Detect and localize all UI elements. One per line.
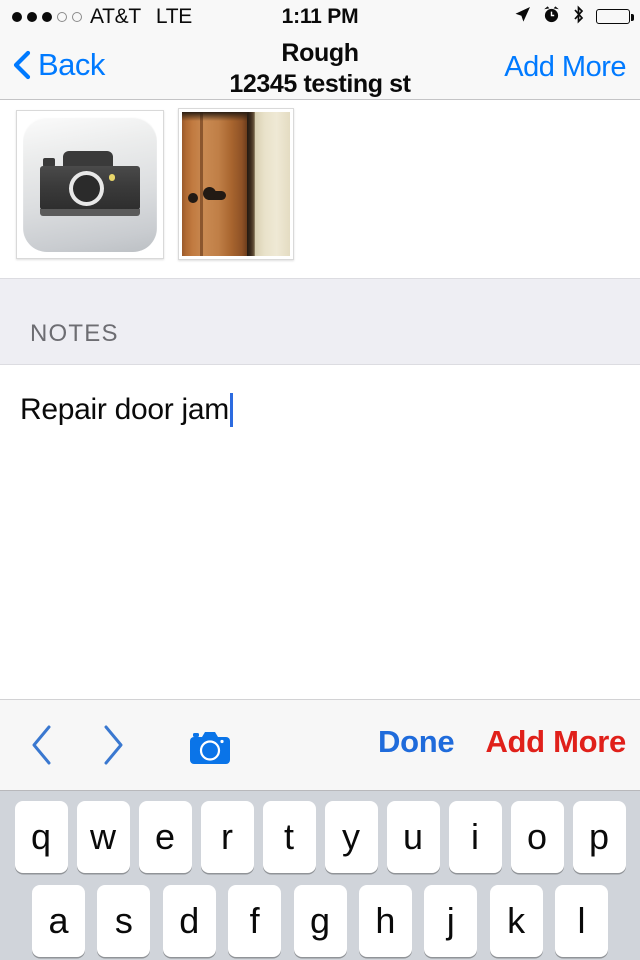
key-p[interactable]: p — [572, 801, 626, 873]
key-r[interactable]: r — [200, 801, 254, 873]
chevron-right-icon — [97, 721, 129, 769]
navigation-bar: Back Rough 12345 testing st Add More — [0, 33, 640, 100]
key-o[interactable]: o — [510, 801, 564, 873]
onscreen-keyboard: q w e r t y u i o p a s d f g h j k l — [0, 791, 640, 960]
door-photo-thumbnail[interactable] — [178, 108, 294, 260]
alarm-clock-icon — [542, 5, 561, 29]
door-photo-image — [182, 112, 290, 256]
keyboard-row-2: a s d f g h j k l — [0, 885, 640, 957]
text-cursor — [229, 393, 233, 427]
attachment-thumbnails — [0, 100, 640, 278]
page-title: Rough — [281, 39, 359, 67]
app-screen: AT&T LTE 1:11 PM Back Rough 12345 testin… — [0, 0, 640, 960]
key-q[interactable]: q — [14, 801, 68, 873]
key-l[interactable]: l — [555, 885, 608, 957]
key-a[interactable]: a — [32, 885, 85, 957]
key-j[interactable]: j — [424, 885, 478, 957]
back-button-label: Back — [38, 47, 105, 82]
key-u[interactable]: u — [386, 801, 440, 873]
previous-field-button[interactable] — [25, 721, 57, 769]
key-k[interactable]: k — [489, 885, 543, 957]
add-more-nav-button[interactable]: Add More — [504, 51, 626, 84]
battery-icon — [596, 9, 634, 24]
notes-text-area[interactable]: Repair door jam — [0, 365, 640, 699]
location-arrow-icon — [513, 5, 532, 29]
page-subtitle: 12345 testing st — [229, 70, 411, 98]
keyboard-row-1: q w e r t y u i o p — [0, 801, 640, 873]
nav-title-block: Rough 12345 testing st — [160, 38, 480, 100]
chevron-left-icon — [12, 50, 32, 80]
status-bar: AT&T LTE 1:11 PM — [0, 0, 640, 33]
key-g[interactable]: g — [293, 885, 347, 957]
bluetooth-icon — [571, 4, 586, 29]
key-s[interactable]: s — [97, 885, 151, 957]
notes-header-label: NOTES — [30, 320, 119, 347]
notes-section-header: NOTES — [0, 278, 640, 365]
add-more-toolbar-button[interactable]: Add More — [485, 724, 626, 760]
camera-icon — [188, 732, 232, 770]
done-button[interactable]: Done — [378, 724, 455, 760]
key-w[interactable]: w — [76, 801, 130, 873]
back-button[interactable]: Back — [12, 47, 105, 83]
camera-app-icon — [23, 117, 157, 252]
key-y[interactable]: y — [324, 801, 378, 873]
key-t[interactable]: t — [262, 801, 316, 873]
key-d[interactable]: d — [162, 885, 216, 957]
key-h[interactable]: h — [358, 885, 412, 957]
key-e[interactable]: e — [138, 801, 192, 873]
chevron-left-icon — [25, 721, 57, 769]
keyboard-accessory-toolbar: Done Add More — [0, 699, 640, 791]
next-field-button[interactable] — [97, 721, 129, 769]
key-i[interactable]: i — [448, 801, 502, 873]
camera-button[interactable] — [188, 730, 232, 771]
key-f[interactable]: f — [228, 885, 282, 957]
status-bar-right — [513, 0, 634, 33]
notes-text-row: Repair door jam — [20, 393, 620, 427]
notes-text-value: Repair door jam — [20, 393, 229, 426]
camera-placeholder-thumbnail[interactable] — [16, 110, 164, 259]
